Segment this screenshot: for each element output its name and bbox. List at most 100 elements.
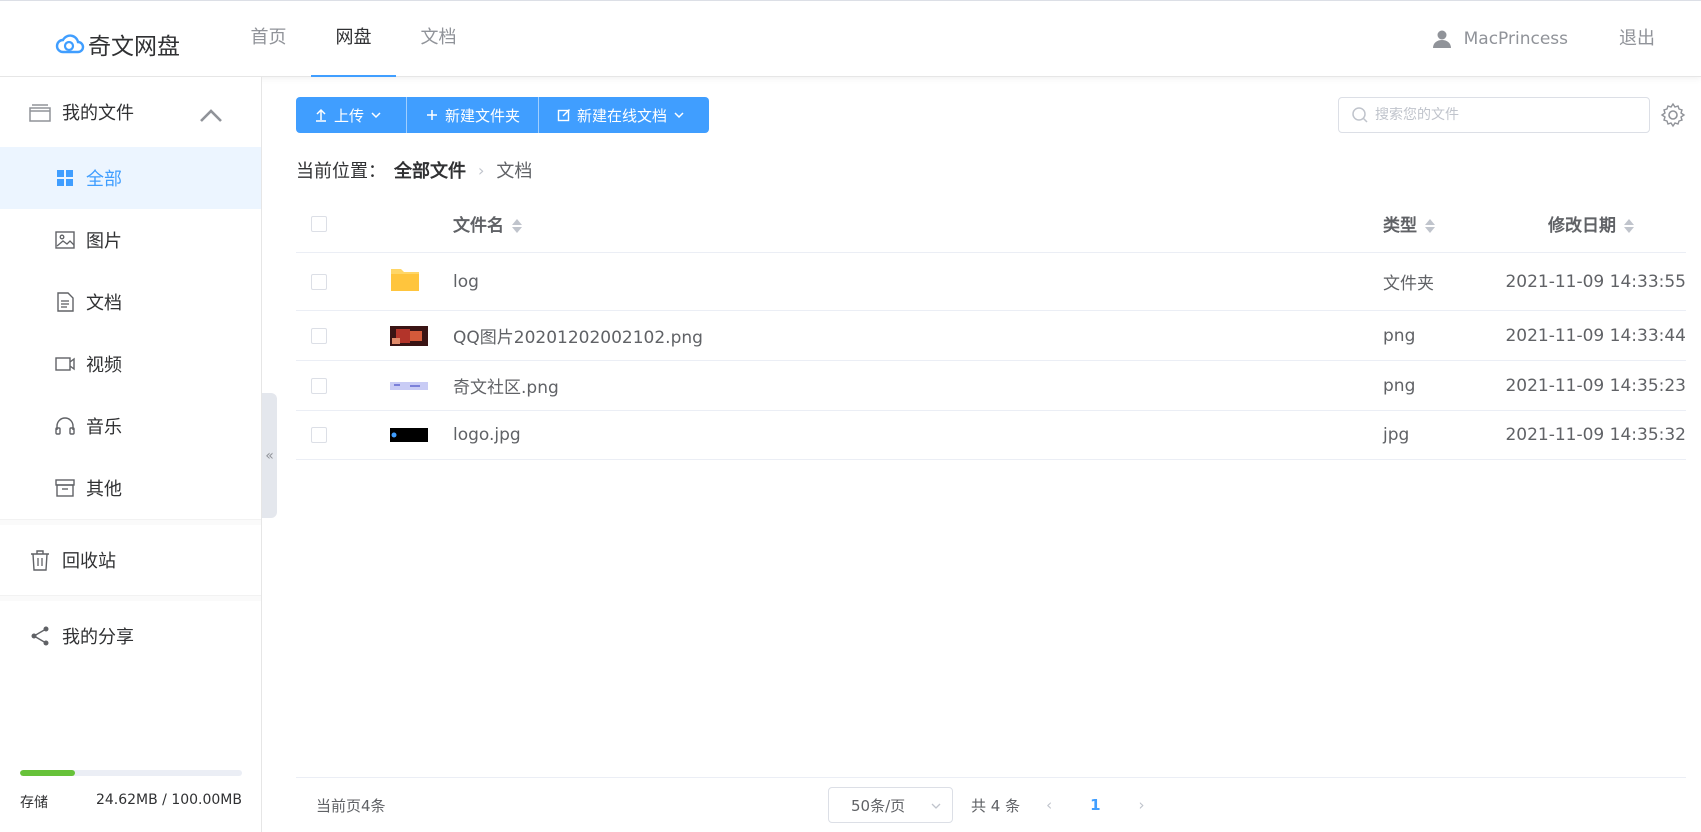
table-header: 文件名 类型 修改日期 bbox=[296, 195, 1686, 253]
row-checkbox[interactable] bbox=[311, 377, 327, 394]
sidebar-item-label: 全部 bbox=[86, 169, 122, 190]
grid-icon bbox=[57, 170, 73, 186]
sidebar-item-label: 图片 bbox=[86, 231, 122, 252]
storage-usage: 24.62MB / 100.00MB bbox=[95, 792, 242, 808]
file-date: 2021-11-09 14:35:32 bbox=[1505, 425, 1686, 445]
breadcrumb-separator-icon: › bbox=[478, 160, 485, 180]
trash-icon bbox=[31, 550, 49, 571]
row-checkbox[interactable] bbox=[311, 327, 327, 344]
headphones-icon bbox=[55, 417, 75, 435]
share-icon bbox=[31, 626, 49, 646]
column-header-name[interactable]: 文件名 bbox=[453, 211, 1383, 236]
new-folder-button[interactable]: 新建文件夹 bbox=[407, 97, 540, 133]
sort-icon[interactable] bbox=[1624, 219, 1634, 233]
breadcrumb-current: 文档 bbox=[496, 161, 533, 182]
table-row[interactable]: logo.jpg jpg 2021-11-09 14:35:32 bbox=[296, 411, 1686, 460]
file-type: png bbox=[1383, 375, 1416, 396]
edit-icon bbox=[557, 109, 571, 122]
file-name[interactable]: logo.jpg bbox=[453, 425, 1383, 445]
sort-icon[interactable] bbox=[1425, 219, 1435, 233]
plus-icon bbox=[427, 110, 438, 120]
page-size-select[interactable]: 50条/页 bbox=[828, 787, 953, 823]
file-date: 2021-11-09 14:33:44 bbox=[1505, 325, 1686, 346]
breadcrumb-root[interactable]: 全部文件 bbox=[394, 157, 466, 183]
table-row[interactable]: QQ图片20201202002102.png png 2021-11-09 14… bbox=[296, 311, 1686, 361]
archive-icon bbox=[55, 479, 75, 497]
sidebar-my-files-label: 我的文件 bbox=[62, 103, 134, 124]
storage-indicator: 存储 24.62MB / 100.00MB bbox=[20, 770, 242, 812]
select-all-checkbox[interactable] bbox=[311, 215, 327, 232]
upload-label: 上传 bbox=[334, 106, 365, 125]
nav-docs[interactable]: 文档 bbox=[396, 1, 481, 77]
sidebar-item-label: 其他 bbox=[86, 479, 122, 500]
user-icon bbox=[1432, 30, 1451, 48]
sidebar-item-images[interactable]: 图片 bbox=[0, 209, 261, 271]
file-date: 2021-11-09 14:33:55 bbox=[1505, 271, 1686, 292]
page-number[interactable]: 1 bbox=[1090, 796, 1100, 814]
image-thumbnail bbox=[390, 375, 428, 396]
pagination: 50条/页 共 4 条 ‹ 1 › bbox=[828, 787, 1145, 823]
chevron-down-icon bbox=[931, 803, 941, 809]
breadcrumb-prefix: 当前位置： bbox=[296, 161, 386, 182]
current-page-count: 当前页4条 bbox=[316, 796, 386, 815]
storage-bar bbox=[20, 770, 242, 776]
sort-icon[interactable] bbox=[512, 219, 522, 233]
toolbar: 上传 新建文件夹 新建在线文档 bbox=[296, 97, 710, 133]
column-header-date[interactable]: 修改日期 bbox=[1503, 211, 1686, 236]
sidebar-item-other[interactable]: 其他 bbox=[0, 457, 261, 519]
sidebar-item-label: 音乐 bbox=[86, 417, 122, 438]
upload-icon bbox=[316, 108, 326, 122]
prev-page-icon[interactable]: ‹ bbox=[1046, 796, 1052, 814]
search-icon bbox=[1352, 107, 1368, 123]
nav-home[interactable]: 首页 bbox=[226, 1, 311, 77]
folder-stack-icon bbox=[29, 104, 51, 122]
next-page-icon[interactable]: › bbox=[1139, 796, 1145, 814]
search-box bbox=[1338, 97, 1650, 133]
total-count: 共 4 条 bbox=[971, 796, 1021, 815]
file-name[interactable]: 奇文社区.png bbox=[453, 373, 1383, 398]
row-checkbox[interactable] bbox=[311, 427, 327, 443]
chevron-down-icon bbox=[371, 112, 381, 119]
new-online-doc-label: 新建在线文档 bbox=[577, 106, 668, 125]
file-type: png bbox=[1383, 325, 1416, 346]
sidebar-item-music[interactable]: 音乐 bbox=[0, 395, 261, 457]
new-folder-label: 新建文件夹 bbox=[445, 106, 521, 125]
document-icon bbox=[57, 292, 74, 312]
settings-gear-icon[interactable] bbox=[1660, 102, 1686, 128]
sidebar-item-label: 文档 bbox=[86, 293, 122, 314]
app-name: 奇文网盘 bbox=[88, 34, 180, 60]
sidebar-share-label: 我的分享 bbox=[62, 627, 134, 648]
folder-icon bbox=[391, 269, 419, 291]
row-checkbox[interactable] bbox=[311, 273, 327, 290]
sidebar: 我的文件 全部 图片 文档 视频 音乐 其他 回收站 我的分享 存储 24.62… bbox=[0, 77, 262, 832]
sidebar-collapse-handle[interactable]: « bbox=[262, 393, 277, 518]
image-icon bbox=[55, 231, 75, 249]
double-chevron-left-icon: « bbox=[265, 447, 274, 464]
file-name[interactable]: log bbox=[453, 272, 1383, 292]
chevron-up-icon bbox=[200, 109, 222, 122]
table-footer: 当前页4条 50条/页 共 4 条 ‹ 1 › bbox=[296, 777, 1686, 832]
user-menu[interactable]: MacPrincess bbox=[1432, 1, 1568, 77]
table-row[interactable]: 奇文社区.png png 2021-11-09 14:35:23 bbox=[296, 361, 1686, 411]
file-name[interactable]: QQ图片20201202002102.png bbox=[453, 323, 1383, 348]
image-thumbnail bbox=[390, 428, 428, 442]
file-table: 文件名 类型 修改日期 log 文件夹 2021-11-09 14:33:55 … bbox=[296, 195, 1686, 460]
sidebar-my-share[interactable]: 我的分享 bbox=[0, 601, 261, 671]
sidebar-my-files[interactable]: 我的文件 bbox=[0, 77, 261, 147]
new-online-doc-button[interactable]: 新建在线文档 bbox=[539, 97, 710, 133]
column-header-type[interactable]: 类型 bbox=[1383, 211, 1503, 236]
file-type: jpg bbox=[1383, 425, 1410, 445]
sidebar-recycle-bin[interactable]: 回收站 bbox=[0, 525, 261, 595]
file-date: 2021-11-09 14:35:23 bbox=[1505, 375, 1686, 396]
nav-netdisk[interactable]: 网盘 bbox=[311, 1, 396, 77]
sidebar-item-documents[interactable]: 文档 bbox=[0, 271, 261, 333]
table-row[interactable]: log 文件夹 2021-11-09 14:33:55 bbox=[296, 253, 1686, 311]
app-logo[interactable]: 奇文网盘 bbox=[55, 27, 180, 61]
video-icon bbox=[55, 357, 75, 371]
upload-button[interactable]: 上传 bbox=[296, 97, 408, 133]
search-input[interactable] bbox=[1375, 107, 1625, 123]
logout-link[interactable]: 退出 bbox=[1619, 1, 1655, 77]
sidebar-item-all[interactable]: 全部 bbox=[0, 147, 261, 209]
sidebar-item-videos[interactable]: 视频 bbox=[0, 333, 261, 395]
storage-label: 存储 bbox=[20, 795, 48, 811]
